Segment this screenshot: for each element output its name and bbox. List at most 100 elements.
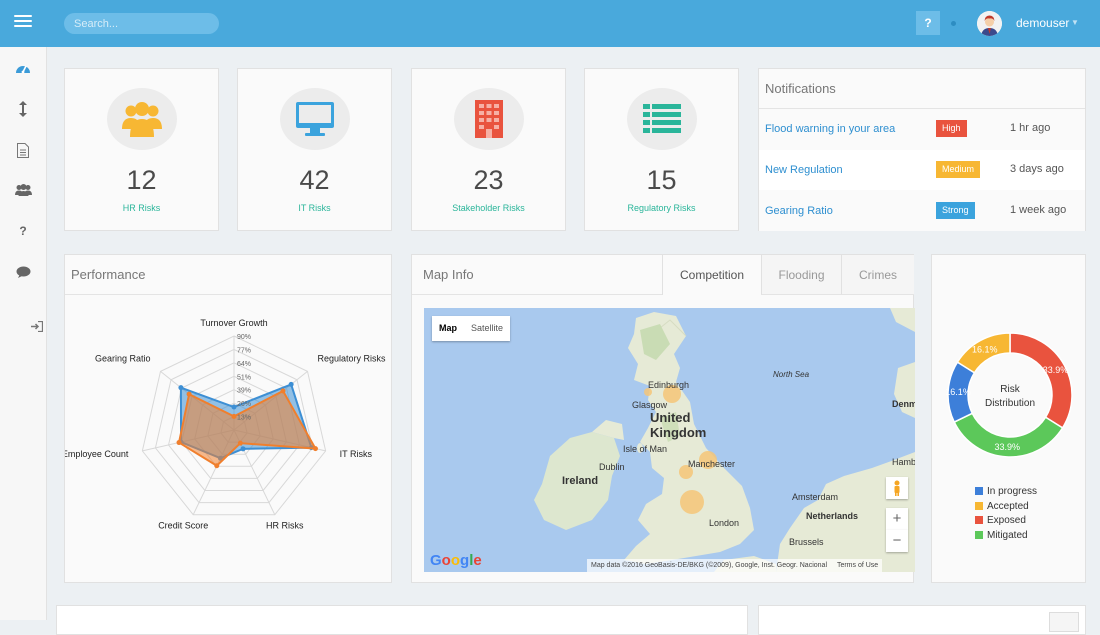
map-label: North Sea [773,370,810,379]
radar-axis-label: IT Risks [340,449,373,459]
notification-row[interactable]: Flood warning in your area High 1 hr ago [759,109,1085,149]
notification-link[interactable]: Gearing Ratio [765,205,833,217]
radar-point [240,446,246,452]
username[interactable]: demouser [1016,16,1069,30]
stat-label[interactable]: IT Risks [238,203,391,213]
radar-tick-label: 39% [237,388,251,395]
legend-item: In progress [975,486,1037,497]
tab-crimes[interactable]: Crimes [841,255,914,295]
radar-point [312,446,318,452]
map-info-panel: Map Info Competition Flooding Crimes Map… [411,254,915,583]
radar-point [237,440,243,446]
radar-axis-label: Credit Score [158,521,208,531]
pegman-icon[interactable] [886,477,908,499]
map-label: United Kingdom [650,410,707,440]
hamburger-menu-icon[interactable] [14,15,32,31]
bottom-panel-left [56,605,748,635]
stat-icon-circle [280,88,350,150]
search-input[interactable] [64,13,219,34]
map-type-map-button[interactable]: Map [432,316,464,341]
chat-icon[interactable] [14,263,32,281]
radar-point [231,404,237,410]
avatar[interactable] [977,11,1002,36]
sort-icon[interactable] [14,100,32,118]
notification-time: 1 hr ago [1010,122,1051,134]
divider [65,294,391,295]
zoom-in-button[interactable]: + [886,508,908,530]
radar-tick-label: 90% [237,334,251,341]
risk-distribution-panel: 33.9% 33.9% 16.1% 16.1% Risk Distribution In … [931,254,1086,583]
zoom-out-button[interactable]: − [886,530,908,552]
map-label: Denm [892,399,915,409]
stat-icon-circle [627,88,697,150]
donut-slice[interactable] [1009,332,1073,429]
radar-chart: 13% 26% 39% 51% 64% 77% 90% Turnover Growth Regu… [65,318,386,531]
users-icon[interactable] [14,181,32,199]
stat-card-it[interactable]: 42 IT Risks [237,68,392,231]
dashboard-icon[interactable] [14,59,32,77]
radar-axis-label: Employee Count [65,449,129,459]
question-icon[interactable]: ? [14,222,32,240]
map-label: Ireland [562,475,599,487]
panel-button[interactable] [1049,612,1079,632]
notifications-panel: Notifications Flood warning in your area… [758,68,1086,231]
radar-point [176,440,182,446]
panel-title: Map Info [423,267,474,282]
stat-label[interactable]: HR Risks [65,203,218,213]
donut-chart: 33.9% 33.9% 16.1% 16.1% Risk Distribution [945,332,1073,458]
donut-slice-label: 16.1% [945,387,971,397]
google-logo: Google [430,552,482,569]
radar-point [178,385,184,391]
radar-point [186,391,192,397]
legend-item: Mitigated [975,530,1028,541]
divider [412,294,662,295]
notification-row[interactable]: New Regulation Medium 3 days ago [759,150,1085,190]
map-label: Hamb [892,457,915,467]
building-icon [475,100,503,138]
stat-icon-circle [107,88,177,150]
notification-link[interactable]: New Regulation [765,164,843,176]
map-land-shapes [534,308,915,572]
notification-row[interactable]: Gearing Ratio Strong 1 week ago [759,191,1085,231]
map-label: Netherlands [806,511,859,521]
stat-card-regulatory[interactable]: 15 Regulatory Risks [584,68,739,231]
legend-swatch [975,516,983,524]
donut-title: Distribution [985,398,1035,409]
map-type-control: Map Satellite [432,316,511,341]
donut-title: Risk [1000,384,1020,395]
radar-axis-label: Turnover Growth [200,318,267,328]
status-badge: Medium [936,161,981,178]
document-icon[interactable] [14,141,32,159]
map-attribution: Map data ©2016 GeoBasis-DE/BKG (©2009), … [587,559,883,572]
stat-label[interactable]: Regulatory Risks [585,203,738,213]
stat-card-stakeholder[interactable]: 23 Stakeholder Risks [411,68,566,231]
tab-flooding[interactable]: Flooding [761,255,841,295]
radar-axis-label: HR Risks [266,521,304,531]
radar-tick-label: 64% [237,361,251,368]
notification-time: 3 days ago [1010,163,1064,175]
stat-label[interactable]: Stakeholder Risks [412,203,565,213]
stat-value: 12 [126,165,157,195]
map-view[interactable]: Map Satellite Edinburgh Glasgow United K… [424,308,915,572]
performance-panel: Performance 13% 26% 39% 51% 64% 77% 90% Turnove… [64,254,392,583]
help-button[interactable]: ? [916,11,940,35]
radar-point [214,463,220,469]
users-icon [122,102,162,137]
stat-value: 42 [299,165,330,195]
radar-point [231,413,237,419]
legend-swatch [975,531,983,539]
notification-link[interactable]: Flood warning in your area [765,123,895,135]
map-label: Amsterdam [792,492,839,502]
radar-tick-label: 51% [237,374,251,381]
terms-link[interactable]: Terms of Use [837,562,878,569]
stat-card-hr[interactable]: 12 HR Risks [64,68,219,231]
chevron-down-icon[interactable]: ▼ [1071,18,1079,27]
sign-in-icon[interactable] [28,317,46,335]
map-label: Glasgow [632,400,668,410]
map-label: Brussels [789,537,824,547]
tab-competition[interactable]: Competition [662,255,761,295]
radar-point [280,388,286,394]
status-badge: High [936,120,967,137]
map-label: Edinburgh [648,380,690,390]
map-type-satellite-button[interactable]: Satellite [464,316,510,341]
